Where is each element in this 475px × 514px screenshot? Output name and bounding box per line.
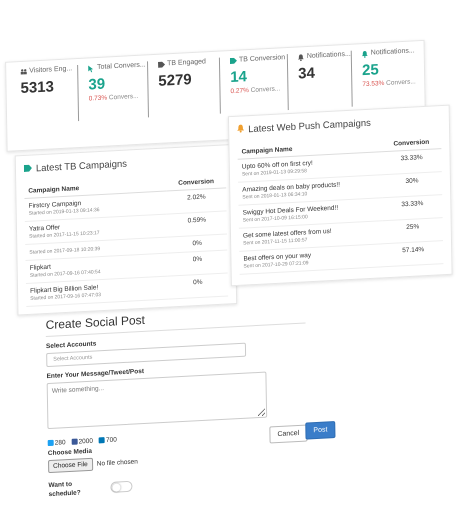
web-push-campaigns-table: Campaign Name Conversion Upto 60% off on… [237, 135, 444, 275]
tag-icon [23, 164, 32, 175]
stat-total-conversions: Total Convers... 39 0.73% Convers... [82, 61, 149, 121]
stat-tb-conversion: TB Conversion 14 0.27% Convers... [223, 54, 289, 114]
tag-icon [157, 61, 166, 68]
linkedin-count: 700 [98, 436, 117, 444]
stat-notifications-sent: Notifications... 34 [291, 50, 353, 110]
file-status: No file chosen [96, 458, 138, 468]
facebook-count: 2000 [71, 438, 93, 446]
stat-value: 5279 [158, 71, 192, 90]
message-textarea[interactable] [46, 371, 268, 430]
stat-notifications-conversion: Notifications... 25 73.53% Convers... [356, 47, 425, 107]
stat-tb-engaged: TB Engaged 5279 [151, 57, 221, 118]
bell-icon [361, 50, 369, 58]
schedule-label: Want to schedule? [48, 480, 81, 499]
stat-value: 25 [361, 61, 379, 80]
schedule-toggle[interactable] [110, 480, 133, 493]
tb-campaigns-table: Campaign Name Conversion Firstcry Campai… [24, 174, 229, 307]
schedule-row: Want to schedule? [48, 468, 308, 500]
choose-file-button[interactable]: Choose File [48, 457, 93, 474]
stat-value: 39 [88, 75, 106, 94]
stat-value: 34 [298, 64, 315, 83]
bell-icon [297, 53, 305, 61]
stat-value: 5313 [20, 78, 55, 98]
cancel-button[interactable]: Cancel [269, 424, 308, 444]
tag-icon [229, 57, 237, 64]
post-button[interactable]: Post [305, 421, 336, 440]
panel-title: Latest TB Campaigns [23, 153, 226, 175]
twitter-icon [47, 440, 54, 447]
panel-title: Latest Web Push Campaigns [237, 114, 441, 136]
cursor-icon [88, 64, 95, 72]
latest-tb-campaigns-panel: Latest TB Campaigns Campaign Name Conver… [14, 143, 238, 316]
latest-web-push-campaigns-panel: Latest Web Push Campaigns Campaign Name … [227, 104, 453, 287]
users-icon [20, 68, 27, 75]
stat-value: 14 [230, 68, 248, 87]
twitter-count: 280 [47, 439, 66, 447]
facebook-icon [71, 438, 78, 446]
bell-icon [237, 124, 245, 135]
stat-visitors-engaged: Visitors Eng... 5313 [14, 65, 80, 125]
linkedin-icon [98, 437, 106, 444]
create-social-post-form: Create Social Post Select Accounts Selec… [45, 304, 336, 500]
